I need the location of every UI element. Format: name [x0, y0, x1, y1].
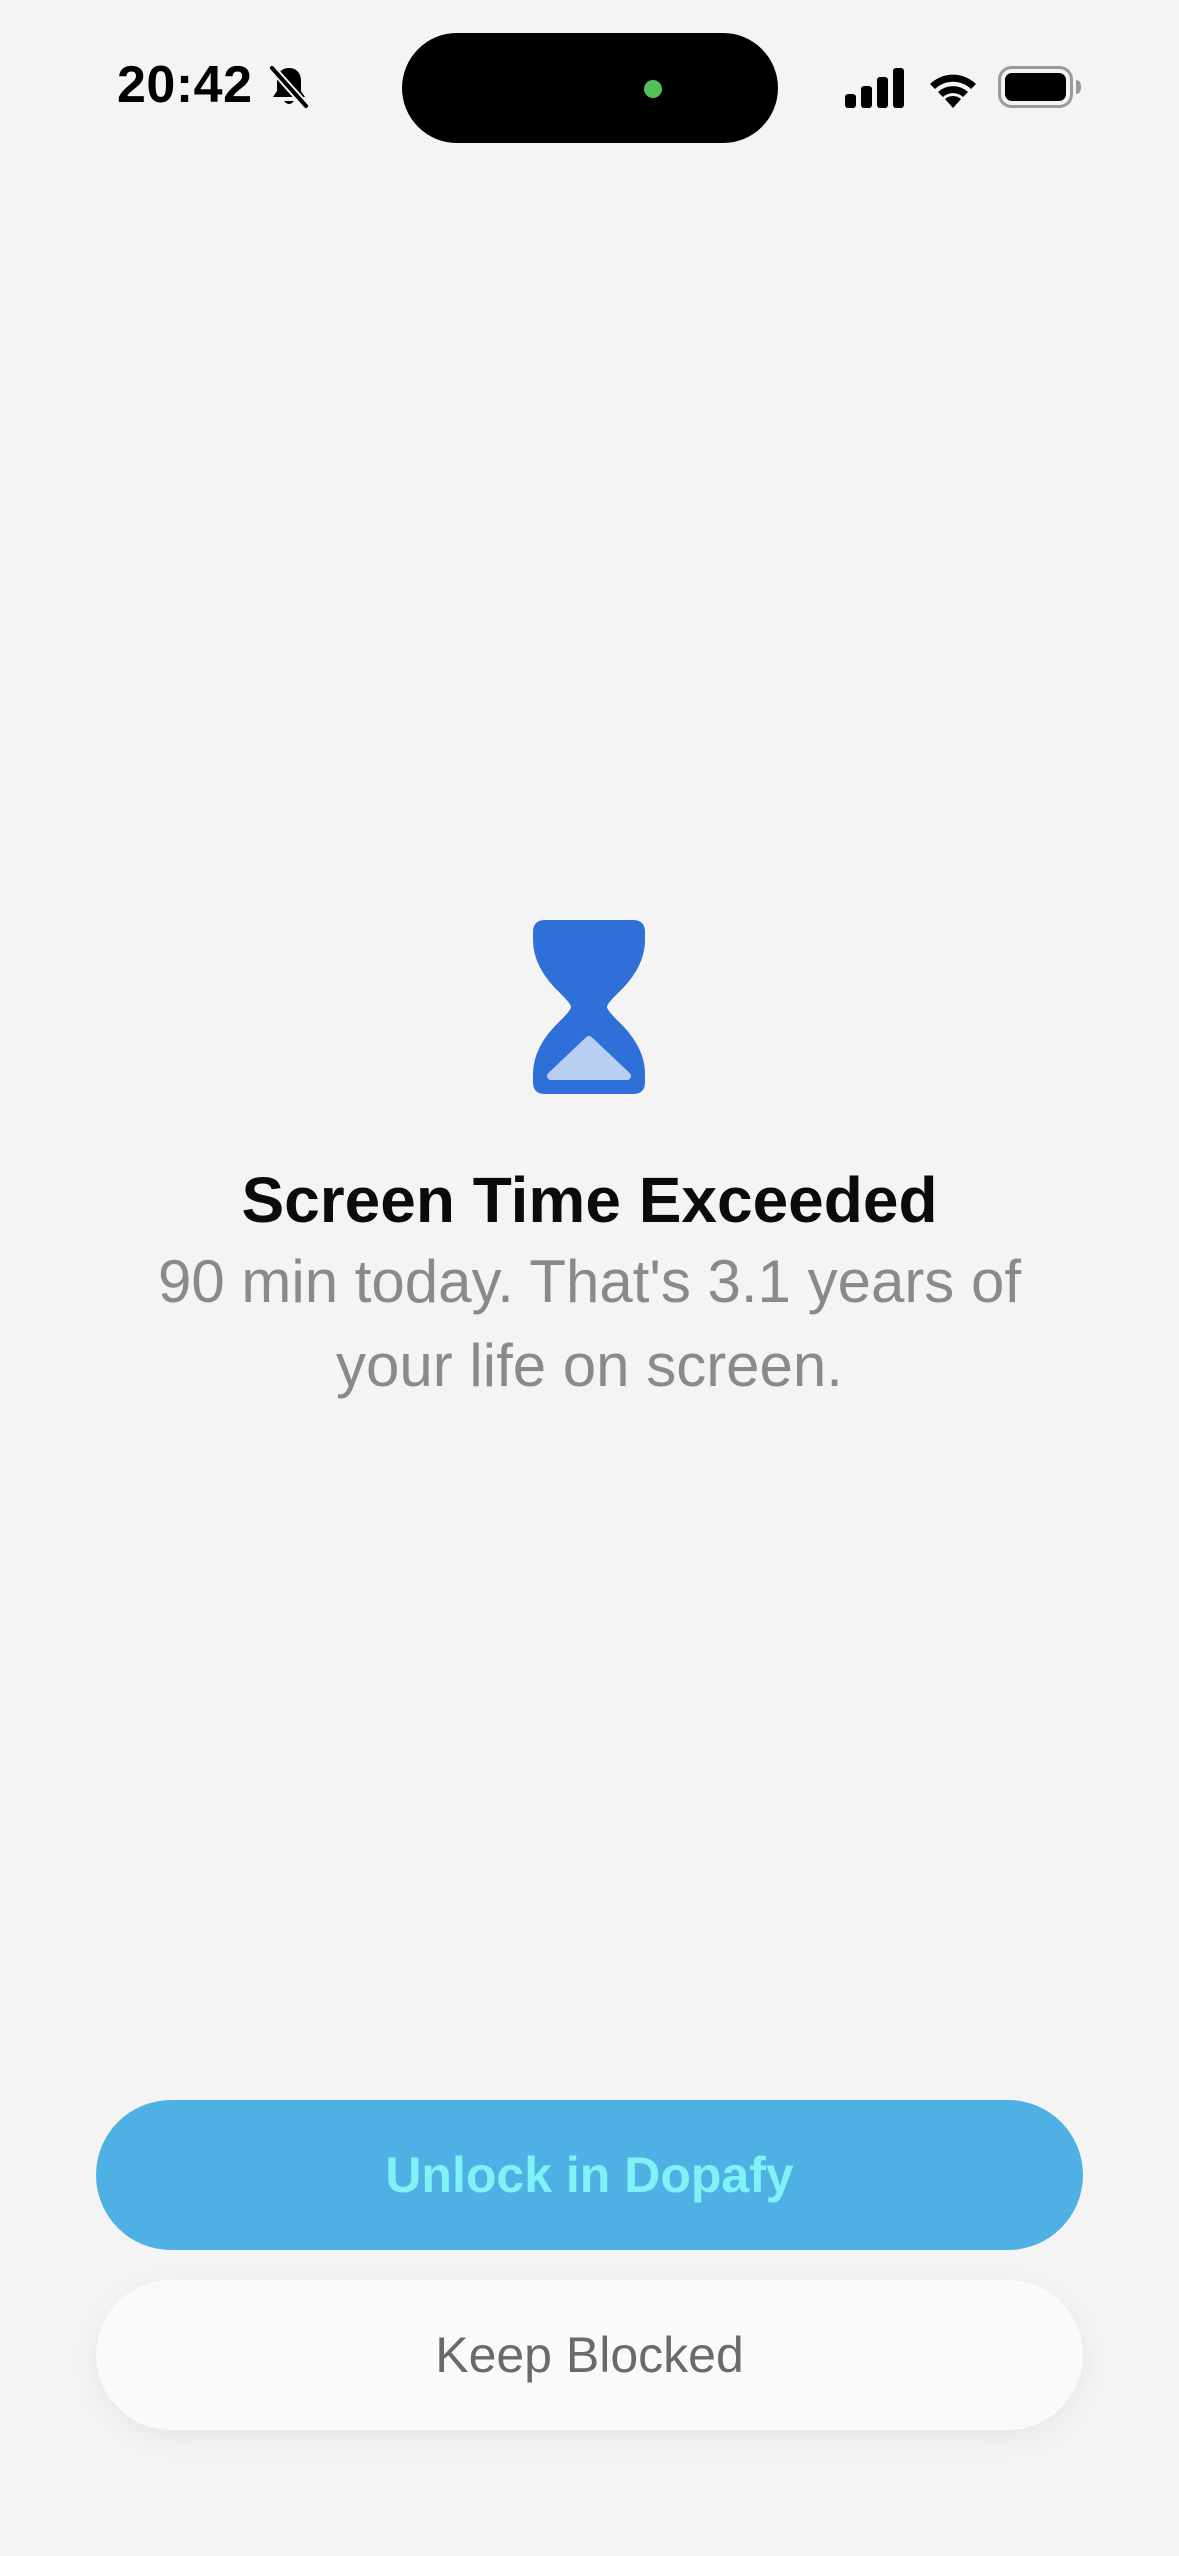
unlock-in-dopafy-button[interactable]: Unlock in Dopafy — [96, 2100, 1083, 2250]
dynamic-island — [402, 33, 778, 143]
keep-blocked-button-label: Keep Blocked — [435, 2327, 744, 2383]
battery-icon — [998, 66, 1081, 108]
camera-indicator-dot — [644, 80, 662, 98]
status-time: 20:42 — [117, 56, 253, 114]
screen-time-message: 90 min today. That's 3.1 years of your l… — [157, 1248, 1022, 1399]
cellular-signal-icon — [845, 68, 904, 108]
bell-slash-icon — [268, 64, 310, 110]
status-bar: 20:42 — [0, 0, 1179, 180]
wifi-icon — [930, 74, 976, 108]
keep-blocked-button[interactable]: Keep Blocked — [96, 2280, 1083, 2430]
hourglass-icon — [533, 920, 645, 1094]
page-title: Screen Time Exceeded — [241, 1164, 938, 1236]
unlock-button-label: Unlock in Dopafy — [385, 2147, 794, 2203]
